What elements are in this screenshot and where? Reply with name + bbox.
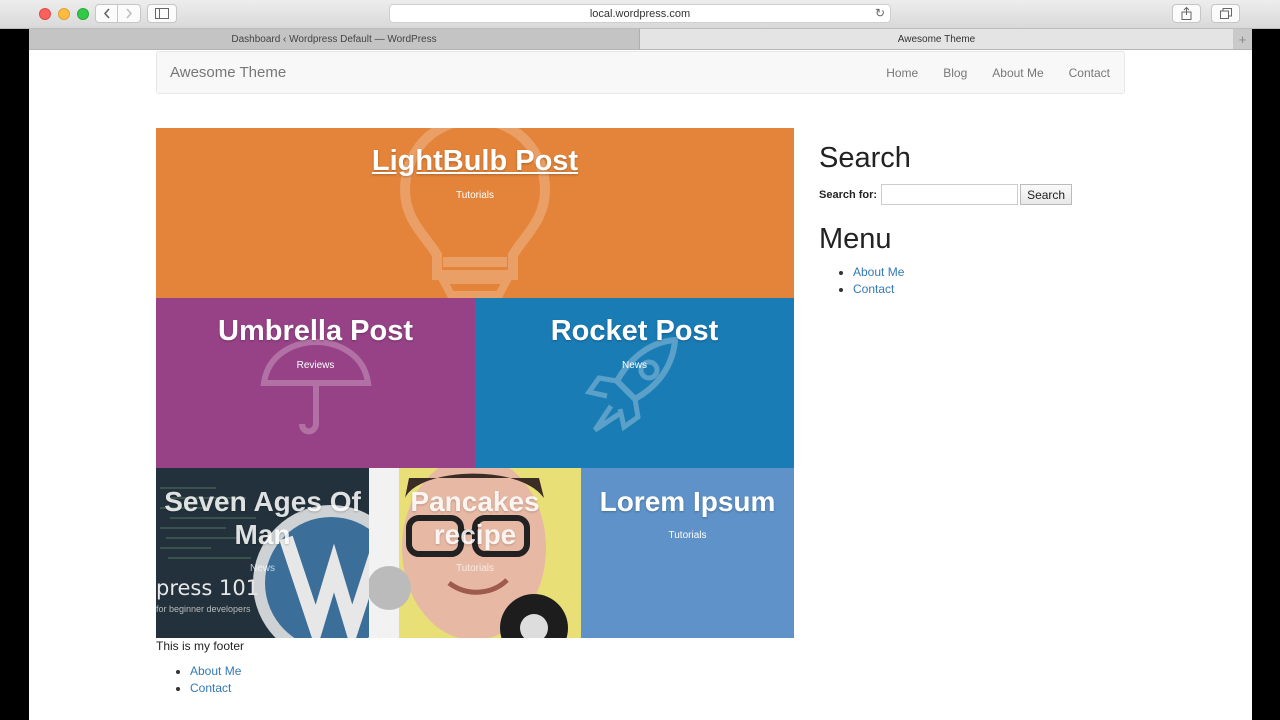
reload-icon[interactable]: ↻	[875, 6, 885, 20]
chevron-right-icon	[126, 8, 133, 19]
web-page: Awesome Theme Home Blog About Me Contact…	[29, 50, 1252, 720]
image-caption: press 101	[156, 576, 260, 600]
post-grid: LightBulb Post Tutorials Umbrella Post R…	[156, 128, 794, 638]
search-input[interactable]	[881, 184, 1019, 205]
zoom-window-button[interactable]	[77, 8, 89, 20]
menu-heading: Menu	[819, 223, 892, 255]
search-heading: Search	[819, 142, 911, 174]
show-tabs-button[interactable]	[1211, 4, 1240, 23]
forward-button[interactable]	[118, 4, 141, 23]
plus-icon: +	[1238, 31, 1247, 47]
close-window-button[interactable]	[39, 8, 51, 20]
sidebar-menu: About Me Contact	[819, 264, 1119, 298]
history-nav	[95, 4, 141, 23]
tabs-icon	[1219, 8, 1232, 19]
sidebar-link-about-me[interactable]: About Me	[853, 265, 904, 279]
tab-dashboard[interactable]: Dashboard ‹ Wordpress Default — WordPres…	[29, 29, 640, 49]
post-title[interactable]: LightBulb Post	[156, 145, 794, 178]
sidebar-link-contact[interactable]: Contact	[853, 282, 894, 296]
search-button[interactable]: Search	[1020, 184, 1073, 205]
post-tile-lightbulb[interactable]: LightBulb Post Tutorials	[156, 128, 794, 298]
post-category[interactable]: Reviews	[156, 360, 475, 371]
image-subcaption: for beginner developers	[156, 604, 251, 614]
site-brand[interactable]: Awesome Theme	[170, 64, 286, 81]
post-tile-rocket[interactable]: Rocket Post News	[475, 298, 794, 468]
address-bar[interactable]: local.wordpress.com ↻	[389, 4, 891, 23]
nav-home[interactable]: Home	[886, 66, 918, 80]
post-category[interactable]: News	[156, 563, 369, 574]
screen-border-left	[0, 29, 29, 720]
post-category[interactable]: Tutorials	[156, 190, 794, 201]
footer-link-about-me[interactable]: About Me	[190, 664, 241, 678]
post-tile-lorem-ipsum[interactable]: Lorem Ipsum Tutorials	[581, 468, 794, 638]
site-header: Awesome Theme Home Blog About Me Contact	[156, 51, 1125, 94]
screen-border-right	[1252, 29, 1280, 720]
sidebar: Search Search for: Search Menu About Me …	[819, 142, 1119, 298]
address-url: local.wordpress.com	[589, 7, 691, 20]
search-label: Search for:	[819, 188, 878, 201]
post-tile-umbrella[interactable]: Umbrella Post Reviews	[156, 298, 475, 468]
nav-contact[interactable]: Contact	[1069, 66, 1110, 80]
list-item: Contact	[190, 680, 244, 697]
share-button[interactable]	[1172, 4, 1201, 23]
tab-bar: Dashboard ‹ Wordpress Default — WordPres…	[29, 29, 1252, 50]
post-title[interactable]: Pancakes recipe	[369, 485, 581, 551]
umbrella-icon	[260, 338, 372, 435]
site-footer: This is my footer About Me Contact	[156, 639, 244, 697]
minimize-window-button[interactable]	[58, 8, 70, 20]
chevron-left-icon	[103, 8, 110, 19]
post-category[interactable]: News	[475, 360, 794, 371]
post-title[interactable]: Seven Ages Of Man	[156, 485, 369, 551]
post-title[interactable]: Lorem Ipsum	[581, 485, 794, 518]
post-category[interactable]: Tutorials	[369, 563, 581, 574]
nav-about-me[interactable]: About Me	[992, 66, 1043, 80]
footer-menu: About Me Contact	[156, 663, 244, 697]
window-controls	[39, 8, 89, 20]
post-category[interactable]: Tutorials	[581, 530, 794, 541]
post-tile-seven-ages[interactable]: Seven Ages Of Man News press 101 for beg…	[156, 468, 369, 638]
tab-awesome-theme[interactable]: Awesome Theme	[640, 29, 1233, 49]
nav-blog[interactable]: Blog	[943, 66, 967, 80]
post-title[interactable]: Umbrella Post	[156, 315, 475, 348]
footer-link-contact[interactable]: Contact	[190, 681, 231, 695]
post-tile-pancakes[interactable]: Pancakes recipe Tutorials	[369, 468, 581, 638]
browser-toolbar: local.wordpress.com ↻	[0, 0, 1280, 29]
list-item: Contact	[853, 281, 1119, 298]
new-tab-button[interactable]: +	[1233, 29, 1252, 49]
list-item: About Me	[190, 663, 244, 680]
list-item: About Me	[853, 264, 1119, 281]
back-button[interactable]	[95, 4, 118, 23]
main-nav: Home Blog About Me Contact	[886, 66, 1110, 80]
sidebar-icon	[155, 8, 169, 19]
post-title[interactable]: Rocket Post	[475, 315, 794, 348]
search-form: Search for: Search	[819, 184, 1119, 205]
share-icon	[1181, 7, 1192, 20]
sidebar-toggle-button[interactable]	[147, 4, 177, 23]
footer-text: This is my footer	[156, 639, 245, 653]
